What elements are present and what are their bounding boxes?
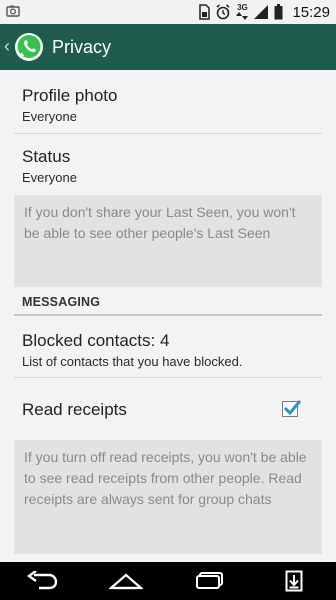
last-seen-note: If you don't share your Last Seen, you w… [14,195,322,287]
whatsapp-logo [15,33,43,61]
nav-recent-apps-button[interactable] [180,562,240,600]
profile-photo-preference[interactable]: Profile photo Everyone [0,70,336,132]
messaging-section-header: MESSAGING [22,295,101,309]
clock: 15:29 [292,3,330,21]
status-title: Status [22,147,71,166]
status-value: Everyone [22,170,77,185]
profile-photo-value: Everyone [22,109,77,124]
read-receipts-note: If you turn off read receipts, you won't… [14,440,322,554]
status-bar: 3G 15:29 [0,0,336,24]
nav-download-button[interactable] [264,562,324,600]
data-arrows-icon [236,12,249,20]
signal-icon [254,5,269,19]
download-icon [285,570,303,592]
chevron-left-icon: ‹ [4,36,10,56]
sim-icon [199,4,211,20]
network-label: 3G [237,3,248,12]
profile-photo-title: Profile photo [22,86,118,105]
blocked-contacts-title: Blocked contacts: 4 [22,331,170,350]
read-receipts-note-text: If you turn off read receipts, you won't… [24,449,307,507]
page-title: Privacy [52,36,112,57]
alarm-icon [216,4,230,20]
blocked-contacts-preference[interactable]: Blocked contacts: 4 List of contacts tha… [0,320,336,376]
blocked-contacts-summary: List of contacts that you have blocked. [22,354,243,369]
recent-apps-icon [196,572,223,589]
battery-icon [274,4,283,20]
screenshot-icon [6,5,20,17]
checkmark-icon [283,400,302,416]
section-divider [14,314,322,316]
home-icon [109,573,143,590]
read-receipts-checkbox[interactable] [282,400,302,417]
status-preference[interactable]: Status Everyone [0,134,336,192]
privacy-settings-list: Profile photo Everyone Status Everyone I… [0,70,336,562]
nav-back-button[interactable] [12,562,72,600]
navigation-bar [0,562,336,600]
back-icon [26,571,58,590]
read-receipts-title: Read receipts [22,400,127,419]
3g-data-icon: 3G [236,3,249,20]
action-bar: ‹ Privacy [0,24,336,70]
read-receipts-preference[interactable]: Read receipts [0,378,336,436]
last-seen-note-text: If you don't share your Last Seen, you w… [24,204,296,241]
up-button[interactable]: ‹ [0,24,44,70]
nav-home-button[interactable] [96,562,156,600]
